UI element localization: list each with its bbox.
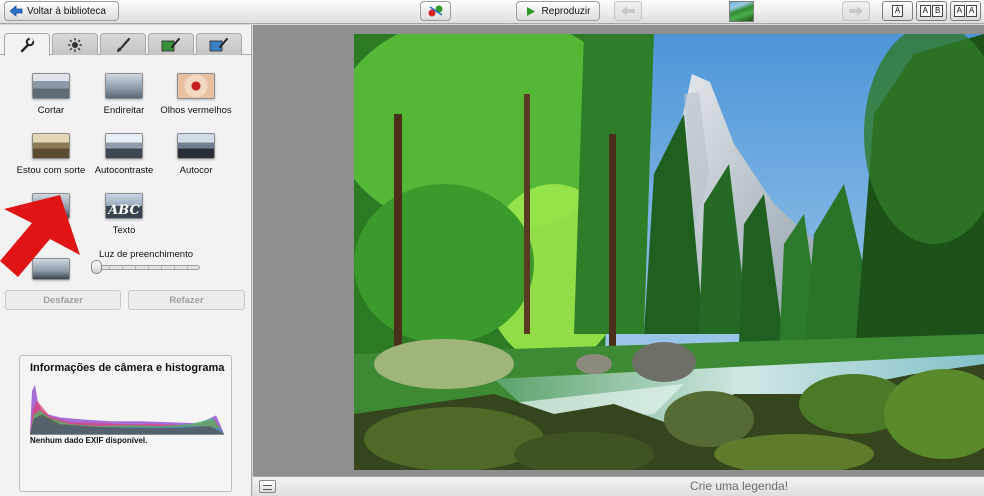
play-icon: [526, 6, 535, 16]
slider-tick: [135, 266, 136, 269]
autocolor-button[interactable]: Autocor: [154, 133, 238, 185]
effects-button[interactable]: [420, 1, 451, 21]
arrow-left-disabled-icon: [621, 6, 635, 16]
previous-photo-button[interactable]: [614, 1, 642, 21]
effect-brush-blue-icon: [209, 37, 228, 51]
caption-size-medium-button[interactable]: A B: [916, 1, 947, 21]
play-slideshow-button[interactable]: Reproduzir: [516, 1, 600, 21]
photo-image: [354, 34, 984, 470]
slider-tick: [109, 266, 110, 269]
effects-icon: [428, 5, 442, 17]
text-label: Texto: [112, 225, 136, 236]
forest-river-photo[interactable]: [354, 34, 984, 470]
text-abc-icon: ABC: [105, 193, 143, 219]
caption-toggle-button[interactable]: [259, 480, 276, 493]
size-letter: A: [919, 5, 931, 17]
caption-size-large-button[interactable]: A A: [950, 1, 981, 21]
next-photo-button[interactable]: [842, 1, 870, 21]
fill-light-slider-thumb[interactable]: [91, 260, 102, 274]
slider-tick: [122, 266, 123, 269]
caption-size-small-button[interactable]: A: [882, 1, 913, 21]
autocontrast-icon: [105, 133, 143, 159]
back-to-library-label: Voltar à biblioteca: [27, 5, 106, 17]
crop-label: Cortar: [37, 105, 65, 116]
picasa-editor-window: Voltar à biblioteca Reproduzir A A B A A…: [0, 0, 984, 496]
caption-bar: Crie uma legenda!: [253, 476, 984, 496]
photo-canvas: [253, 25, 984, 476]
fill-light-label: Luz de preenchimento: [99, 249, 194, 260]
tab-effects-2[interactable]: [148, 33, 194, 55]
edit-tabs: [0, 33, 252, 56]
arrow-right-disabled-icon: [849, 6, 863, 16]
edit-panel: Cortar Endireitar Olhos vermelhos Estou …: [0, 25, 252, 496]
top-toolbar: Voltar à biblioteca Reproduzir A A B A A: [0, 0, 984, 24]
size-letter: A: [966, 5, 978, 17]
caption-input[interactable]: Crie uma legenda!: [690, 479, 788, 493]
text-tool-button[interactable]: ABC Texto: [82, 193, 166, 245]
wrench-icon: [20, 37, 35, 53]
autocolor-label: Autocor: [179, 165, 213, 176]
slider-tick: [174, 266, 175, 269]
tab-effects-1[interactable]: [100, 33, 146, 55]
camera-info-histogram-panel: Informações de câmera e histograma Nenhu…: [19, 355, 232, 492]
slider-tick: [148, 266, 149, 269]
size-letter: A: [953, 5, 965, 17]
autocolor-icon: [177, 133, 215, 159]
autocontrast-label: Autocontraste: [94, 165, 154, 176]
size-letter: B: [932, 5, 944, 17]
current-photo-thumbnail[interactable]: [729, 1, 754, 22]
lucky-label: Estou com sorte: [16, 165, 86, 176]
exif-note: Nenhum dado EXIF disponível.: [30, 436, 148, 445]
straighten-icon: [105, 73, 143, 99]
size-letter: A: [891, 5, 904, 17]
im-feeling-lucky-button[interactable]: Estou com sorte: [9, 133, 93, 185]
exif-panel-title: Informações de câmera e histograma: [30, 362, 225, 374]
red-eye-icon: [177, 73, 215, 99]
slider-tick: [187, 266, 188, 269]
back-to-library-button[interactable]: Voltar à biblioteca: [4, 1, 119, 21]
straighten-label: Endireitar: [103, 105, 145, 116]
redeye-label: Olhos vermelhos: [160, 105, 232, 116]
sun-icon: [68, 37, 82, 52]
redeye-tool-button[interactable]: Olhos vermelhos: [154, 73, 238, 125]
crop-tool-button[interactable]: Cortar: [9, 73, 93, 125]
redo-button[interactable]: Refazer: [128, 290, 245, 310]
brush-icon: [117, 37, 131, 52]
effect-brush-icon: [161, 37, 180, 51]
play-label: Reproduzir: [541, 5, 591, 17]
tab-basic-fixes[interactable]: [4, 33, 50, 56]
tab-tuning[interactable]: [52, 33, 98, 55]
histogram-chart: [30, 384, 224, 435]
caption-size-group: A A B A A: [882, 1, 982, 21]
arrow-left-icon: [9, 5, 23, 17]
crop-icon: [32, 73, 70, 99]
annotation-arrow-icon: [0, 195, 80, 277]
slider-tick: [161, 266, 162, 269]
tab-effects-3[interactable]: [196, 33, 242, 55]
lucky-icon: [32, 133, 70, 159]
fill-light-slider-track[interactable]: [96, 265, 200, 270]
